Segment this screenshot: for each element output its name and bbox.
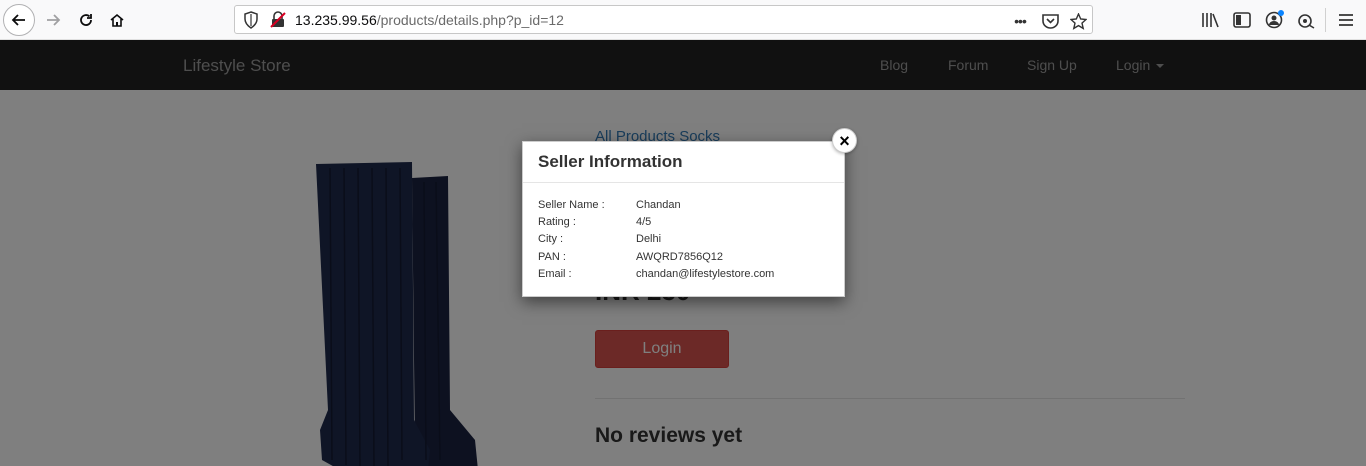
close-icon: × bbox=[839, 130, 850, 151]
info-value: Chandan bbox=[636, 199, 681, 211]
info-value: Delhi bbox=[636, 233, 662, 246]
seller-info-modal: Seller Information Seller Name : Chandan… bbox=[522, 141, 845, 297]
account-button[interactable] bbox=[1264, 10, 1284, 30]
more-icon: ••• bbox=[1014, 13, 1027, 29]
sidebar-icon bbox=[1233, 12, 1251, 28]
library-button[interactable] bbox=[1200, 10, 1220, 30]
browser-toolbar: 13.235.99.56/products/details.php?p_id=1… bbox=[0, 0, 1366, 40]
reload-button[interactable] bbox=[70, 4, 102, 36]
insecure-lock-icon[interactable] bbox=[269, 11, 287, 29]
extension-icon bbox=[1298, 14, 1315, 29]
sidebar-button[interactable] bbox=[1232, 10, 1252, 30]
bookmark-star-button[interactable] bbox=[1069, 12, 1087, 30]
info-key: PAN : bbox=[538, 250, 566, 263]
address-bar[interactable]: 13.235.99.56/products/details.php?p_id=1… bbox=[234, 5, 1093, 34]
info-key: Rating : bbox=[538, 216, 576, 229]
library-icon bbox=[1202, 13, 1219, 28]
page-actions-button[interactable]: ••• bbox=[1011, 12, 1029, 30]
modal-body: Seller Name : Chandan Rating : 4/5 City … bbox=[538, 199, 774, 285]
pocket-icon bbox=[1041, 14, 1059, 29]
forward-button[interactable] bbox=[37, 4, 69, 36]
toolbar-separator bbox=[1325, 8, 1326, 32]
home-icon bbox=[110, 13, 124, 27]
info-key: Seller Name : bbox=[538, 199, 605, 211]
hamburger-icon bbox=[1339, 14, 1353, 26]
home-button[interactable] bbox=[101, 4, 133, 36]
arrow-left-icon bbox=[11, 14, 25, 26]
info-key: Email : bbox=[538, 267, 572, 280]
pocket-button[interactable] bbox=[1041, 12, 1059, 30]
shield-icon[interactable] bbox=[243, 11, 259, 29]
url-path: /products/details.php?p_id=12 bbox=[376, 12, 564, 28]
modal-header: Seller Information bbox=[523, 142, 844, 183]
extension-button[interactable] bbox=[1296, 10, 1316, 30]
info-row: PAN : AWQRD7856Q12 bbox=[538, 251, 774, 268]
info-key: City : bbox=[538, 233, 564, 246]
info-value: 4/5 bbox=[636, 216, 652, 229]
info-row: City : Delhi bbox=[538, 233, 774, 250]
url-host: 13.235.99.56 bbox=[295, 12, 377, 28]
info-row: Rating : 4/5 bbox=[538, 216, 774, 233]
star-icon bbox=[1069, 12, 1087, 30]
url-text: 13.235.99.56/products/details.php?p_id=1… bbox=[295, 12, 564, 28]
reload-icon bbox=[80, 14, 92, 26]
info-value: AWQRD7856Q12 bbox=[636, 250, 724, 263]
info-row: Email : chandan@lifestylestore.com bbox=[538, 268, 774, 285]
menu-button[interactable] bbox=[1336, 10, 1356, 30]
info-value: chandan@lifestylestore.com bbox=[636, 267, 775, 280]
modal-close-button[interactable]: × bbox=[832, 128, 857, 153]
info-row: Seller Name : Chandan bbox=[538, 199, 774, 216]
account-icon bbox=[1265, 10, 1284, 29]
arrow-right-icon bbox=[47, 14, 61, 26]
back-button[interactable] bbox=[3, 4, 35, 36]
modal-title: Seller Information bbox=[538, 152, 683, 171]
